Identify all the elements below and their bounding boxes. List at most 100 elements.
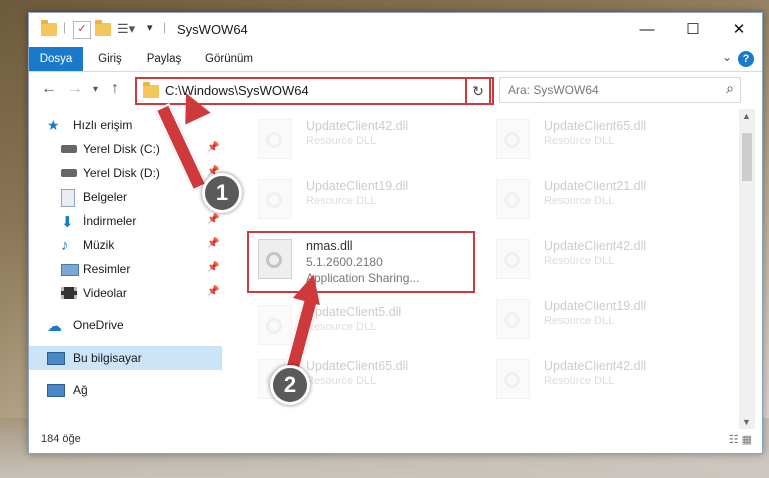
- sidebar-item-label: Videolar: [83, 286, 127, 300]
- dll-file-icon: [258, 179, 292, 219]
- scroll-up-icon[interactable]: ▲: [742, 111, 751, 121]
- file-item[interactable]: UpdateClient65.dll Resource DLL: [490, 113, 720, 165]
- file-name: UpdateClient65.dll: [306, 359, 409, 373]
- help-icon[interactable]: ?: [738, 51, 754, 67]
- file-item[interactable]: UpdateClient42.dll Resource DLL: [490, 233, 720, 285]
- chevron-down-icon[interactable]: ⌄: [722, 50, 732, 64]
- separator: |: [63, 20, 67, 34]
- file-item[interactable]: UpdateClient21.dll Resource DLL: [490, 173, 720, 225]
- sidebar-item-label: Resimler: [83, 262, 131, 276]
- properties-icon[interactable]: ✓: [73, 21, 91, 39]
- file-description: Resource DLL: [544, 195, 615, 207]
- dll-file-icon: [496, 299, 530, 339]
- file-description: Resource DLL: [306, 135, 377, 147]
- separator: |: [163, 20, 167, 34]
- sidebar-item-label: Belgeler: [83, 190, 128, 204]
- view-toggle-icons[interactable]: ☷ ▦: [729, 433, 752, 446]
- window-title: SysWOW64: [177, 22, 248, 37]
- sidebar-item-label: Ağ: [73, 383, 88, 397]
- dll-file-icon: [496, 359, 530, 399]
- dll-file-icon: [496, 239, 530, 279]
- file-name: UpdateClient42.dll: [306, 119, 409, 133]
- dll-file-icon: [258, 305, 292, 345]
- sidebar-item-music[interactable]: ♪ Müzik 📌: [29, 233, 222, 257]
- sidebar-item-network[interactable]: Ağ: [29, 378, 222, 402]
- file-item[interactable]: UpdateClient19.dll Resource DLL: [490, 293, 720, 345]
- file-name: UpdateClient42.dll: [544, 239, 647, 253]
- sidebar-item-label: Bu bilgisayar: [73, 351, 142, 365]
- network-icon: [47, 384, 65, 397]
- quick-access-dropdown-icon[interactable]: ▾: [147, 21, 153, 34]
- download-icon: ⬇: [61, 214, 74, 231]
- recent-locations-icon[interactable]: ▾: [93, 84, 98, 95]
- pin-icon[interactable]: 📌: [207, 238, 219, 249]
- explorer-window: | ✓ ☰▾ ▾ | SysWOW64 — ☐ ✕ Dosya Giriş Pa…: [28, 12, 763, 454]
- file-item[interactable]: UpdateClient19.dll Resource DLL: [252, 173, 482, 225]
- vertical-scrollbar[interactable]: ▲ ▼: [739, 109, 755, 429]
- star-icon: ★: [47, 117, 60, 133]
- search-icon[interactable]: ⌕: [726, 80, 734, 97]
- folder-icon: [41, 20, 57, 36]
- picture-icon: [61, 264, 79, 276]
- sidebar-item-downloads[interactable]: ⬇ İndirmeler 📌: [29, 209, 222, 233]
- drive-icon: [61, 169, 77, 177]
- maximize-button[interactable]: ☐: [670, 13, 716, 47]
- file-name: UpdateClient19.dll: [544, 299, 647, 313]
- file-item[interactable]: UpdateClient5.dll Resource DLL: [252, 299, 482, 351]
- callout-badge-2: 2: [270, 365, 310, 405]
- sidebar-item-this-pc[interactable]: Bu bilgisayar: [29, 346, 222, 370]
- refresh-button[interactable]: ↻: [465, 77, 491, 105]
- sidebar-item-label: OneDrive: [73, 318, 124, 332]
- file-item[interactable]: UpdateClient42.dll Resource DLL: [252, 113, 482, 165]
- up-arrow-icon[interactable]: ↑: [111, 80, 119, 98]
- minimize-button[interactable]: —: [624, 13, 670, 47]
- tab-file[interactable]: Dosya: [29, 47, 83, 71]
- callout-badge-1: 1: [202, 173, 242, 213]
- forward-arrow-icon[interactable]: →: [67, 80, 83, 98]
- cloud-icon: ☁: [47, 318, 62, 335]
- film-icon: [61, 287, 77, 299]
- dll-file-icon: [258, 119, 292, 159]
- back-arrow-icon[interactable]: ←: [41, 80, 57, 98]
- customize-icon[interactable]: ☰▾: [117, 21, 135, 37]
- pin-icon[interactable]: 📌: [207, 286, 219, 297]
- file-description: Resource DLL: [306, 195, 377, 207]
- sidebar-item-pictures[interactable]: Resimler 📌: [29, 257, 222, 281]
- pin-icon[interactable]: 📌: [207, 262, 219, 273]
- sidebar-item-label: Yerel Disk (C:): [83, 142, 160, 156]
- file-item[interactable]: UpdateClient42.dll Resource DLL: [490, 353, 720, 405]
- sidebar-item-videos[interactable]: Videolar 📌: [29, 281, 222, 305]
- item-count: 184 öğe: [41, 433, 81, 445]
- pin-icon[interactable]: 📌: [207, 142, 219, 153]
- tab-share[interactable]: Paylaş: [139, 47, 189, 71]
- dll-file-icon: [496, 119, 530, 159]
- pin-icon[interactable]: 📌: [207, 214, 219, 225]
- search-placeholder: Ara: SysWOW64: [508, 83, 599, 97]
- computer-icon: [47, 352, 65, 365]
- search-box[interactable]: Ara: SysWOW64 ⌕: [499, 77, 741, 103]
- sidebar-item-label: Hızlı erişim: [73, 118, 133, 132]
- file-name: UpdateClient42.dll: [544, 359, 647, 373]
- file-name: UpdateClient19.dll: [306, 179, 409, 193]
- dll-file-icon: [496, 179, 530, 219]
- sidebar-item-onedrive[interactable]: ☁ OneDrive: [29, 313, 222, 337]
- navigation-bar: ← → ▾ ↑ C:\Windows\SysWOW64 ⌄ ↻ Ara: Sys…: [29, 72, 762, 106]
- tab-view[interactable]: Görünüm: [197, 47, 261, 71]
- scroll-down-icon[interactable]: ▼: [742, 417, 751, 427]
- file-name: UpdateClient5.dll: [306, 305, 402, 319]
- file-description: Resource DLL: [306, 321, 377, 333]
- music-icon: ♪: [61, 237, 69, 254]
- file-description: Resource DLL: [544, 375, 615, 387]
- highlight-box: [247, 231, 475, 293]
- file-description: Resource DLL: [544, 135, 615, 147]
- sidebar-item-label: Müzik: [83, 238, 115, 252]
- close-button[interactable]: ✕: [716, 13, 762, 47]
- drive-icon: [61, 145, 77, 153]
- scrollbar-thumb[interactable]: [742, 133, 752, 181]
- tab-home[interactable]: Giriş: [89, 47, 131, 71]
- file-name: UpdateClient21.dll: [544, 179, 647, 193]
- ribbon-tabs: Dosya Giriş Paylaş Görünüm ⌄ ?: [29, 47, 762, 72]
- new-folder-icon[interactable]: [95, 20, 111, 36]
- file-name: UpdateClient65.dll: [544, 119, 647, 133]
- file-description: Resource DLL: [544, 315, 615, 327]
